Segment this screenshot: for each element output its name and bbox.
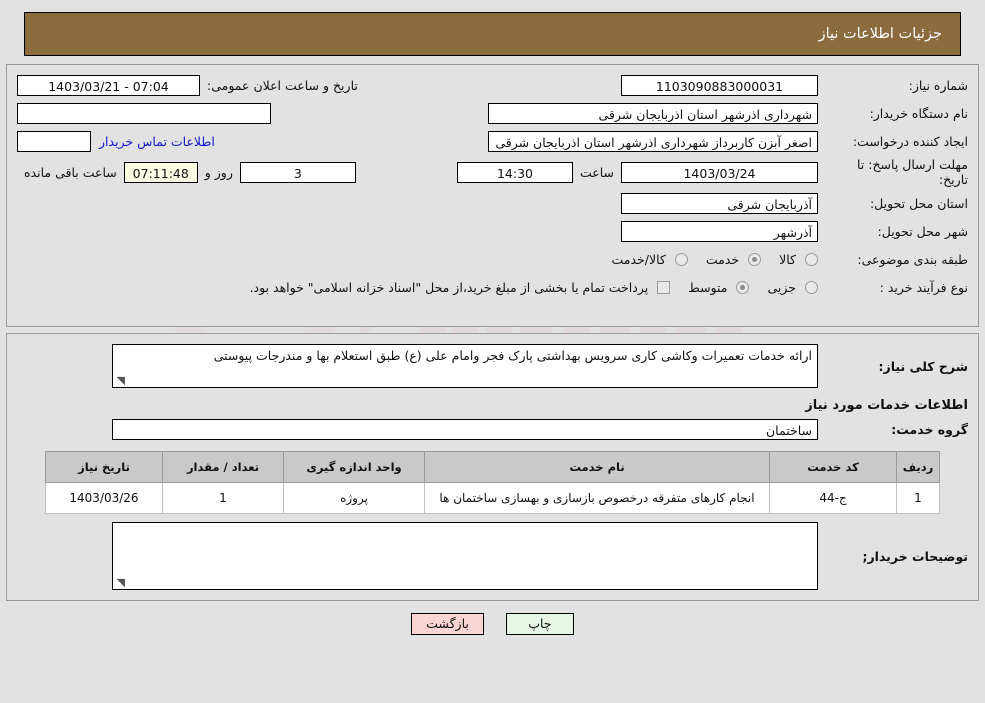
radio-category-kala-khedmat-label: کالا/خدمت <box>611 251 666 267</box>
treasury-bond-checkbox[interactable] <box>657 280 671 294</box>
radio-purchase-jozei[interactable] <box>805 280 818 294</box>
row-buyer-org: نام دستگاه خریدار: شهرداری اذرشهر استان … <box>7 101 978 125</box>
remaining-days-label: روز و <box>204 164 233 180</box>
buyer-comments-label: توضیحات خریدار; <box>862 548 968 564</box>
row-city: شهر محل تحویل: آذرشهر <box>7 219 978 243</box>
services-table-wrap: ردیف کد خدمت نام خدمت واحد اندازه گیری ت… <box>7 445 978 522</box>
buyer-comments-textarea[interactable]: ◥ <box>112 522 818 590</box>
th-service-name: نام خدمت <box>424 451 770 483</box>
th-service-code: کد خدمت <box>769 451 897 483</box>
cell-service-name: انجام کارهای متفرقه درخصوص بازسازی و بهس… <box>424 482 770 514</box>
description-label: شرح کلی نیاز: <box>878 358 968 374</box>
treasury-bond-text: پرداخت تمام یا بخشی از مبلغ خرید،از محل … <box>249 279 649 295</box>
table-row: 1 ج-44 انجام کارهای متفرقه درخصوص بازساز… <box>45 482 940 514</box>
countdown-label: ساعت باقی مانده <box>24 164 117 180</box>
countdown-timer: 07:11:48 <box>123 161 198 183</box>
row-purchase-type: نوع فرآیند خرید : جزیی متوسط پرداخت تمام… <box>7 275 978 299</box>
creator-value: اصغر آبزن کاربرداز شهرداری اذرشهر استان … <box>488 130 818 152</box>
description-value: ارائه خدمات تعمیرات وکاشی کاری سرویس بهد… <box>213 348 812 363</box>
radio-category-khedmat-label: خدمت <box>705 251 740 267</box>
row-buyer-comments: توضیحات خریدار; ◥ <box>7 522 978 590</box>
announcement-value: 07:04 - 1403/03/21 <box>17 74 200 96</box>
th-unit: واحد اندازه گیری <box>283 451 425 483</box>
city-value: آذرشهر <box>621 220 818 242</box>
need-number-value: 1103090883000031 <box>621 74 818 96</box>
row-service-group: گروه خدمت: ساختمان <box>7 417 978 441</box>
remaining-days-value: 3 <box>239 161 356 183</box>
page-header-banner: جزئیات اطلاعات نیاز <box>24 12 961 56</box>
province-label: استان محل تحویل: <box>869 195 968 211</box>
province-value: آذربایجان شرقی <box>621 192 818 214</box>
back-button[interactable]: بازگشت <box>411 613 484 635</box>
cell-service-code: ج-44 <box>769 482 897 514</box>
resize-grip-icon: ◥ <box>116 576 125 589</box>
hour-label: ساعت <box>579 164 614 180</box>
cell-row-index: 1 <box>896 482 940 514</box>
cell-unit: پروژه <box>283 482 425 514</box>
page-title: جزئیات اطلاعات نیاز <box>818 26 942 42</box>
buyer-org-value: شهرداری اذرشهر استان اذربایجان شرقی <box>488 102 818 124</box>
purchase-type-label: نوع فرآیند خرید : <box>879 279 968 295</box>
need-number-label: شماره نیاز: <box>908 77 968 93</box>
announcement-secondary-field <box>17 102 271 124</box>
cell-quantity: 1 <box>162 482 284 514</box>
services-table: ردیف کد خدمت نام خدمت واحد اندازه گیری ت… <box>45 451 940 514</box>
contact-field <box>17 130 91 152</box>
row-deadline: مهلت ارسال پاسخ: تا تاریخ: 1403/03/24 سا… <box>7 157 978 187</box>
deadline-hour-value: 14:30 <box>456 161 573 183</box>
radio-category-kala-label: کالا <box>779 251 796 267</box>
th-need-date: تاریخ نیاز <box>45 451 163 483</box>
deadline-label: مهلت ارسال پاسخ: تا تاریخ: <box>857 157 968 187</box>
city-label: شهر محل تحویل: <box>877 223 968 239</box>
row-province: استان محل تحویل: آذربایجان شرقی <box>7 191 978 215</box>
print-button[interactable]: چاپ <box>505 613 574 635</box>
footer-actions: چاپ بازگشت <box>0 601 985 635</box>
description-textarea[interactable]: ارائه خدمات تعمیرات وکاشی کاری سرویس بهد… <box>112 344 818 388</box>
radio-category-khedmat[interactable] <box>748 252 762 266</box>
details-panel: شرح کلی نیاز: ارائه خدمات تعمیرات وکاشی … <box>6 333 979 601</box>
radio-category-kala[interactable] <box>805 252 818 266</box>
row-creator: ایجاد کننده درخواست: اصغر آبزن کاربرداز … <box>7 129 978 153</box>
services-section-title: اطلاعات خدمات مورد نیاز <box>805 398 968 413</box>
radio-category-kala-khedmat[interactable] <box>674 252 688 266</box>
deadline-date-value: 1403/03/24 <box>621 161 818 183</box>
row-category: طبقه بندی موضوعی: کالا خدمت کالا/خدمت <box>7 247 978 271</box>
buyer-org-label: نام دستگاه خریدار: <box>869 105 968 121</box>
radio-purchase-motevaset[interactable] <box>736 280 750 294</box>
purchase-radio-group: جزیی متوسط پرداخت تمام یا بخشی از مبلغ خ… <box>236 280 818 295</box>
cell-need-date: 1403/03/26 <box>45 482 163 514</box>
row-description: شرح کلی نیاز: ارائه خدمات تعمیرات وکاشی … <box>7 344 978 388</box>
category-label: طبقه بندی موضوعی: <box>857 251 968 267</box>
service-group-label: گروه خدمت: <box>891 421 968 437</box>
radio-purchase-motevaset-label: متوسط <box>688 279 728 295</box>
row-need-number: شماره نیاز: 1103090883000031 تاریخ و ساع… <box>7 73 978 97</box>
th-row-index: ردیف <box>896 451 940 483</box>
need-info-panel: شماره نیاز: 1103090883000031 تاریخ و ساع… <box>6 64 979 327</box>
buyer-contact-link[interactable]: اطلاعات تماس خریدار <box>91 134 223 149</box>
table-header-row: ردیف کد خدمت نام خدمت واحد اندازه گیری ت… <box>45 451 940 483</box>
radio-purchase-jozei-label: جزیی <box>767 279 796 295</box>
announcement-label: تاریخ و ساعت اعلان عمومی: <box>207 77 358 93</box>
resize-grip-icon: ◥ <box>116 374 125 387</box>
th-quantity: تعداد / مقدار <box>162 451 284 483</box>
creator-label: ایجاد کننده درخواست: <box>852 133 968 149</box>
service-group-value: ساختمان <box>112 418 818 440</box>
category-radio-group: کالا خدمت کالا/خدمت <box>597 252 818 267</box>
